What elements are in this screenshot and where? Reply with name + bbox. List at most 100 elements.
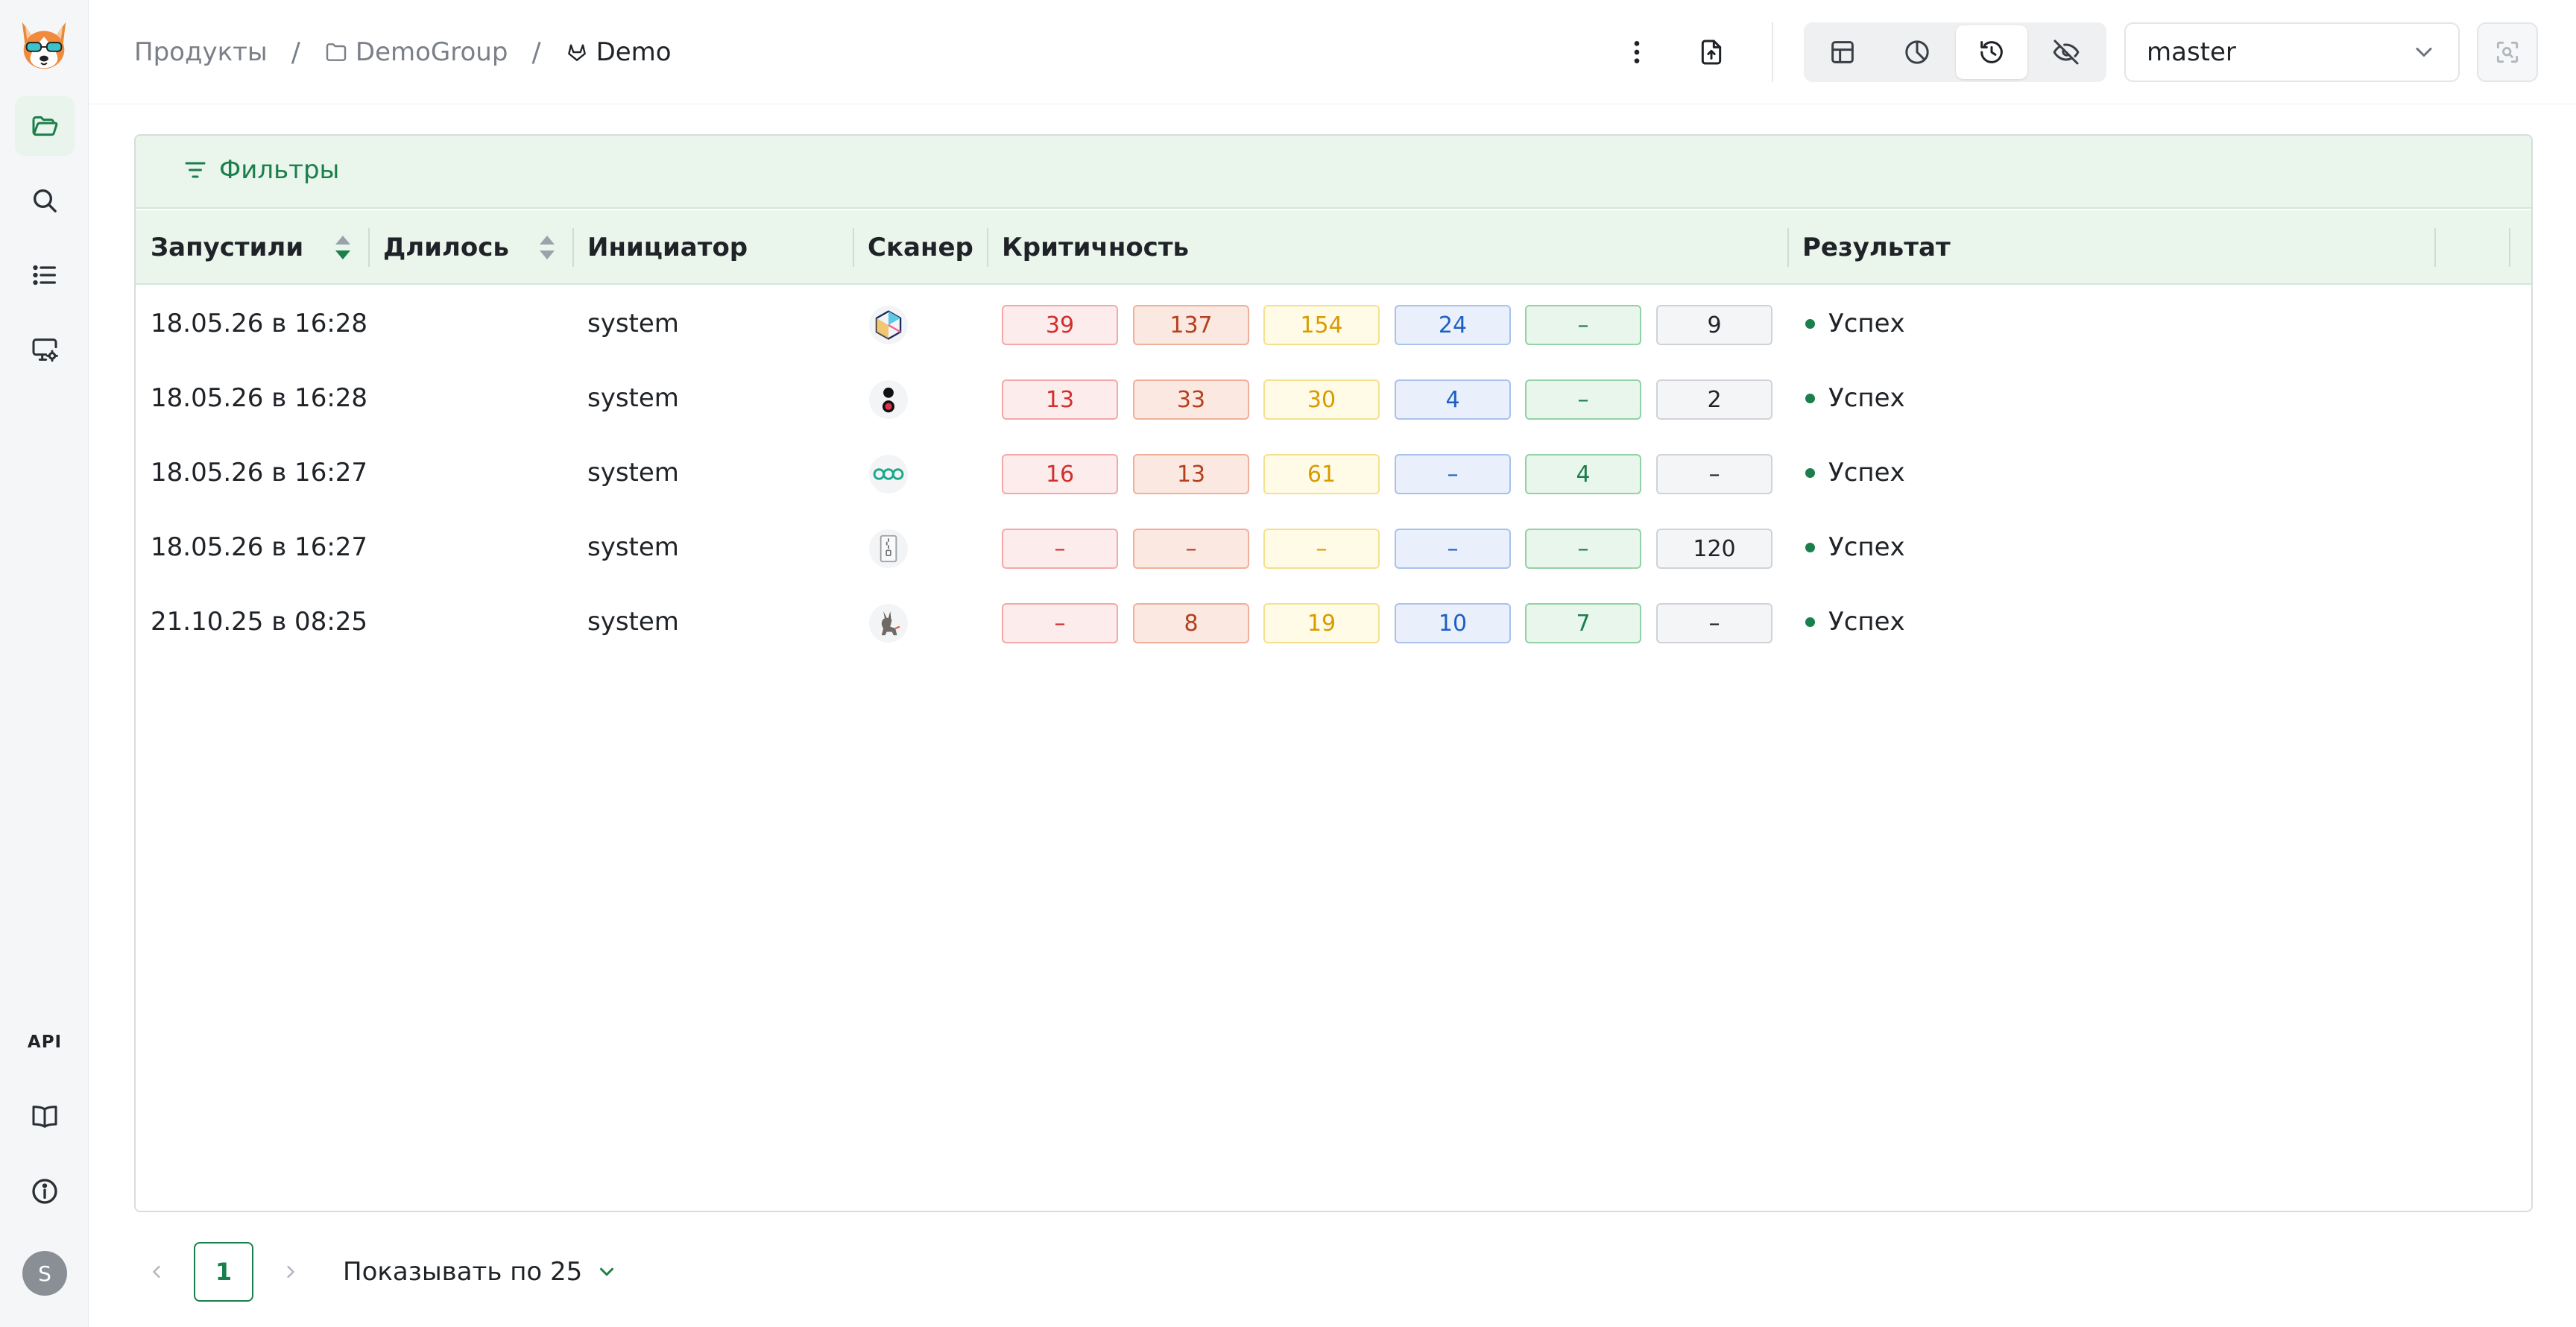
view-statistics-button[interactable]: [1881, 25, 1953, 79]
started-cell: 21.10.25 в 08:25: [151, 607, 368, 637]
sidebar-item-info[interactable]: [15, 1161, 75, 1221]
severity-high-badge: 137: [1133, 305, 1249, 345]
per-page-label: Показывать по: [343, 1257, 543, 1287]
next-page-button[interactable]: [268, 1242, 313, 1302]
scan-search-icon: [2496, 41, 2519, 63]
started-cell: 18.05.26 в 16:27: [151, 458, 368, 488]
severity-critical-badge: –: [1002, 603, 1118, 643]
severity-unknown-badge: –: [1656, 603, 1772, 643]
column-duration[interactable]: Длилось: [383, 210, 509, 285]
view-history-button[interactable]: [1956, 25, 2027, 79]
filters-button[interactable]: Фильтры: [182, 155, 339, 185]
traffic-light-icon: [869, 380, 908, 419]
pie-chart-icon: [1905, 40, 1929, 64]
severity-high-badge: –: [1133, 529, 1249, 569]
more-button[interactable]: [1607, 22, 1667, 82]
history-icon: [1980, 41, 2003, 63]
table-header: Запустили Длилось Инициатор Сканер Крити…: [136, 210, 2531, 285]
severity-low-badge: 10: [1395, 603, 1511, 643]
folder-open-icon: [32, 116, 58, 136]
result-cell: Успех: [1805, 510, 1905, 584]
pagination: 1 Показывать по 25: [134, 1242, 805, 1302]
chevron-down-icon: [2416, 48, 2432, 57]
scan-button[interactable]: [2477, 22, 2538, 82]
severity-info-badge: –: [1525, 379, 1641, 420]
view-table-button[interactable]: [1807, 25, 1878, 79]
column-result: Результат: [1802, 233, 1951, 262]
page-number-button[interactable]: 1: [194, 1242, 253, 1302]
breadcrumb-products[interactable]: Продукты: [134, 37, 268, 67]
corgi-logo[interactable]: [15, 16, 73, 75]
severity-low-badge: –: [1395, 529, 1511, 569]
sidebar-item-search[interactable]: [15, 171, 75, 230]
severity-unknown-badge: –: [1656, 454, 1772, 494]
table-row[interactable]: 18.05.26 в 16:27 system – – – – – 120 Ус…: [136, 510, 2531, 584]
avatar[interactable]: S: [22, 1251, 67, 1296]
initiator-cell: system: [587, 383, 679, 413]
eye-off-icon: [2053, 40, 2080, 65]
column-scanner: Сканер: [868, 233, 973, 262]
severity-medium-badge: –: [1263, 529, 1380, 569]
table-row[interactable]: 21.10.25 в 08:25 system – 8 19 10 7 – Ус…: [136, 584, 2531, 659]
view-hidden-button[interactable]: [2030, 25, 2102, 79]
severity-low-badge: 4: [1395, 379, 1511, 420]
severity-medium-badge: 61: [1263, 454, 1380, 494]
table-row[interactable]: 18.05.26 в 16:28 system 13 33 30 4 – 2 У…: [136, 361, 2531, 435]
sidebar-item-list[interactable]: [15, 245, 75, 305]
severity-info-badge: –: [1525, 529, 1641, 569]
result-cell: Успех: [1805, 361, 1905, 435]
severity-unknown-badge: 9: [1656, 305, 1772, 345]
sidebar-item-monitoring[interactable]: [15, 320, 75, 379]
list-icon: [33, 265, 57, 286]
severity-critical-badge: 39: [1002, 305, 1118, 345]
sidebar-item-products[interactable]: [15, 96, 75, 156]
sidebar-item-docs[interactable]: [15, 1087, 75, 1147]
table-row[interactable]: 18.05.26 в 16:28 system 39 137 154 24 – …: [136, 286, 2531, 361]
status-dot: [1805, 542, 1815, 552]
header-divider: [1772, 22, 1773, 82]
severity-medium-badge: 30: [1263, 379, 1380, 420]
severity-medium-badge: 19: [1263, 603, 1380, 643]
table-icon: [1831, 41, 1854, 63]
gitlab-icon: [567, 44, 586, 61]
initiator-cell: system: [587, 458, 679, 488]
branch-value: master: [2147, 37, 2236, 67]
breadcrumb-demogroup[interactable]: DemoGroup: [324, 37, 508, 67]
column-divider: [1787, 228, 1789, 267]
filter-bar: Фильтры: [136, 136, 2531, 209]
column-initiator: Инициатор: [587, 233, 748, 262]
info-icon: [32, 1179, 57, 1204]
column-divider: [853, 228, 854, 267]
file-upload-icon: [1701, 40, 1722, 65]
breadcrumb-demo: Demo: [565, 37, 672, 67]
severity-critical-badge: 16: [1002, 454, 1118, 494]
more-vertical-icon: [1634, 41, 1640, 63]
severity-unknown-badge: 120: [1656, 529, 1772, 569]
per-page-value: 25: [550, 1257, 583, 1287]
started-cell: 18.05.26 в 16:28: [151, 309, 368, 338]
sort-icon[interactable]: [334, 233, 352, 262]
status-dot: [1805, 467, 1815, 478]
prev-page-button[interactable]: [134, 1242, 179, 1302]
per-page-select[interactable]: 25: [550, 1242, 618, 1302]
sort-icon[interactable]: [538, 233, 556, 262]
filters-label: Фильтры: [219, 155, 340, 185]
chevron-left-icon: [153, 1265, 160, 1279]
column-divider: [987, 228, 988, 267]
table-row[interactable]: 18.05.26 в 16:27 system 16 13 61 – 4 – У…: [136, 435, 2531, 510]
sidebar-item-api[interactable]: API: [15, 1012, 75, 1072]
status-dot: [1805, 318, 1815, 329]
api-label: API: [27, 1033, 63, 1052]
initiator-cell: system: [587, 309, 679, 338]
column-divider: [368, 228, 370, 267]
severity-low-badge: 24: [1395, 305, 1511, 345]
breadcrumb-separator: /: [291, 37, 300, 68]
scan-history-panel: Фильтры Запустили Длилось Инициатор Скан…: [134, 134, 2533, 1212]
branch-select[interactable]: master: [2124, 22, 2460, 82]
severity-high-badge: 33: [1133, 379, 1249, 420]
upload-report-button[interactable]: [1682, 22, 1741, 82]
result-cell: Успех: [1805, 584, 1905, 659]
zip-file-icon: [869, 529, 908, 568]
column-started[interactable]: Запустили: [151, 210, 303, 285]
severity-high-badge: 13: [1133, 454, 1249, 494]
